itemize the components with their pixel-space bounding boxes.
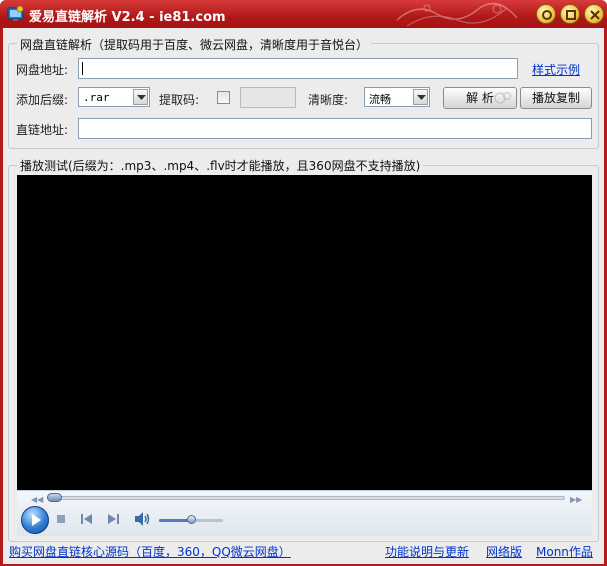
title-bar[interactable]: 爱易直链解析 V2.4 - ie81.com — [0, 0, 607, 28]
extract-code-input[interactable] — [240, 87, 296, 108]
previous-icon[interactable] — [80, 513, 94, 525]
direct-link-input[interactable] — [78, 118, 592, 139]
player-group-caption: 播放测试(后缀为：.mp3、.mp4、.flv时才能播放，且360网盘不支持播放… — [17, 157, 424, 174]
copy-play-button[interactable]: 播放复制 — [520, 87, 592, 109]
stop-icon[interactable] — [55, 513, 67, 525]
close-icon — [590, 10, 600, 20]
volume-icon[interactable] — [133, 511, 151, 527]
seek-bar[interactable] — [47, 496, 565, 500]
buy-source-link[interactable]: 购买网盘直链核心源码（百度，360，QQ微云网盘） — [9, 543, 291, 560]
text-caret — [82, 62, 83, 75]
style-example-link[interactable]: 样式示例 — [532, 61, 580, 78]
url-input[interactable] — [78, 58, 518, 79]
parse-button[interactable]: 解 析 — [443, 87, 517, 109]
seek-thumb[interactable] — [47, 493, 62, 502]
minimize-button[interactable] — [560, 4, 580, 24]
seek-forward-icon[interactable]: ▶▶ — [570, 495, 582, 504]
netdisk-group-caption: 网盘直链解析（提取码用于百度、微云网盘，清晰度用于音悦台） — [17, 36, 372, 53]
chevron-down-icon — [137, 95, 146, 100]
suffix-label: 添加后缀: — [16, 93, 69, 107]
chevron-down-icon — [417, 95, 426, 100]
clarity-dropdown-button[interactable] — [413, 89, 428, 105]
suffix-dropdown-button[interactable] — [133, 89, 148, 105]
app-icon — [7, 5, 24, 21]
copy-play-button-label: 播放复制 — [531, 91, 580, 105]
volume-thumb[interactable] — [187, 515, 196, 524]
seek-back-icon[interactable]: ◀◀ — [31, 495, 43, 504]
extract-code-label: 提取码: — [159, 93, 200, 107]
clarity-select-value: 流畅 — [369, 93, 391, 106]
suffix-select-value: .rar — [83, 91, 110, 104]
close-button[interactable] — [584, 4, 604, 24]
client-area: 网盘直链解析（提取码用于百度、微云网盘，清晰度用于音悦台） 网盘地址: 样式示例… — [3, 28, 604, 564]
play-icon — [32, 514, 41, 526]
extract-code-checkbox[interactable] — [217, 91, 230, 104]
author-link[interactable]: Monn作品 — [536, 543, 593, 560]
next-icon[interactable] — [106, 513, 120, 525]
play-button[interactable] — [21, 506, 49, 534]
title-ornament-icon — [396, 2, 518, 27]
button-swirl-icon — [494, 92, 511, 104]
window-title: 爱易直链解析 V2.4 - ie81.com — [29, 10, 226, 25]
media-controls: ◀◀ ▶▶ — [17, 490, 592, 536]
app-window: 爱易直链解析 V2.4 - ie81.com 网盘直链解析（提取码用于百度、微云… — [0, 0, 607, 566]
help-icon — [542, 10, 552, 20]
network-version-link[interactable]: 网络版 — [486, 543, 522, 560]
clarity-label: 清晰度: — [308, 93, 349, 107]
help-button[interactable] — [536, 4, 556, 24]
url-label: 网盘地址: — [16, 63, 69, 77]
parse-button-label: 解 析 — [466, 91, 494, 105]
video-area[interactable] — [17, 175, 592, 518]
minimize-icon — [566, 10, 576, 20]
clarity-select[interactable]: 流畅 — [364, 87, 430, 107]
direct-link-label: 直链地址: — [16, 123, 69, 137]
suffix-select[interactable]: .rar — [78, 87, 150, 107]
function-notes-link[interactable]: 功能说明与更新 — [385, 543, 469, 560]
